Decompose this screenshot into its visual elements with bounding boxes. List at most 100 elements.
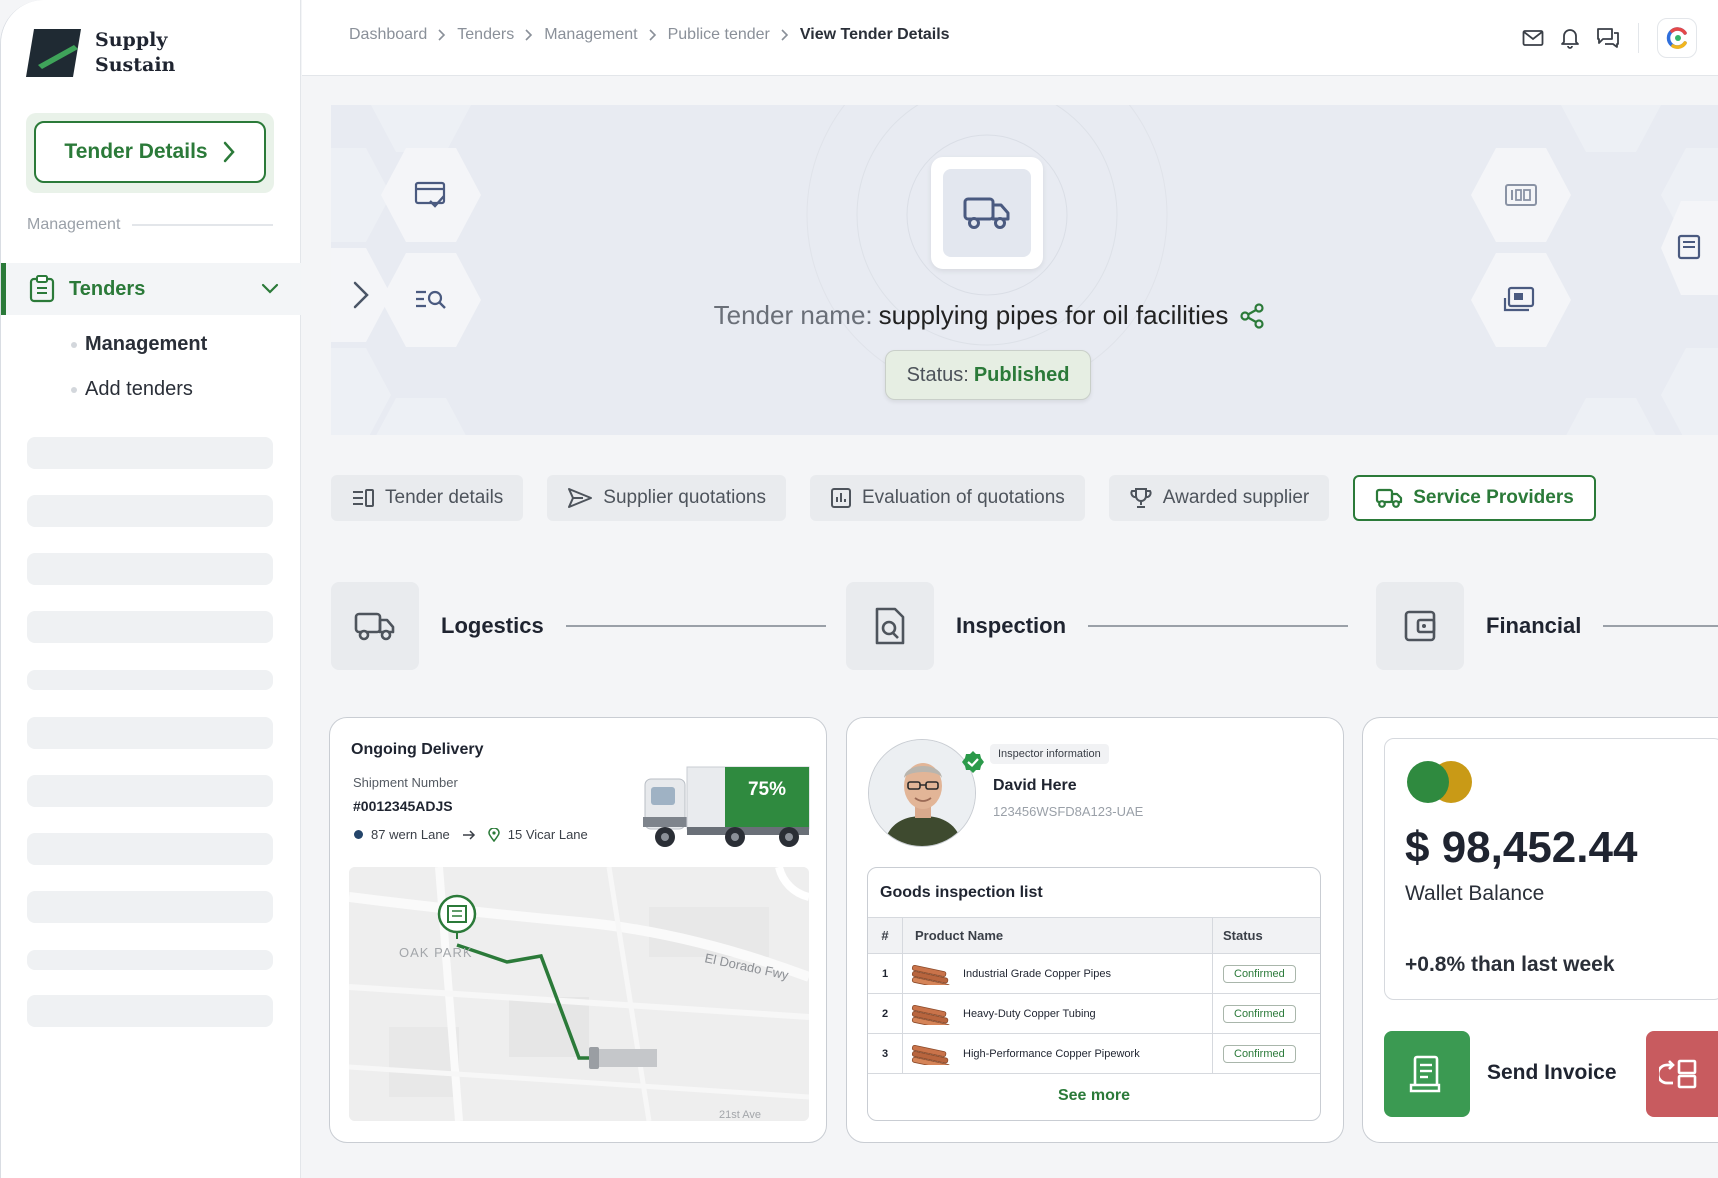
refund-button[interactable]: [1646, 1031, 1718, 1117]
inspector-photo: [869, 740, 975, 846]
sidebar: Supply Sustain Tender Details Management…: [1, 0, 301, 1178]
table-row[interactable]: 3 High-Performance Copper Pipework Confi…: [868, 1034, 1320, 1074]
brand-logo[interactable]: Supply Sustain: [26, 28, 175, 78]
breadcrumb-public-tender[interactable]: Publice tender: [668, 26, 770, 44]
status-badge: Confirmed: [1223, 964, 1296, 983]
tab-awarded-supplier[interactable]: Awarded supplier: [1108, 475, 1330, 521]
delivery-truck-illustration: 75%: [643, 766, 810, 847]
status-value: Published: [973, 363, 1070, 386]
stage-connector: [565, 625, 826, 627]
stage-financial[interactable]: Financial: [1376, 582, 1718, 670]
hex-decoration: [1561, 398, 1661, 435]
breadcrumb: Dashboard Tenders Management Publice ten…: [349, 26, 950, 44]
breadcrumb-current: View Tender Details: [799, 26, 950, 43]
inspector-info-chip: Inspector information: [990, 744, 1109, 764]
table-row[interactable]: 2 Heavy-Duty Copper Tubing Confirmed: [868, 994, 1320, 1034]
hex-decoration: [331, 348, 391, 435]
tender-type-tile: [931, 157, 1043, 269]
status-badge: Status: Published: [885, 350, 1091, 400]
breadcrumb-dashboard[interactable]: Dashboard: [349, 26, 427, 44]
send-icon: [568, 488, 593, 508]
trophy-icon: [1130, 488, 1152, 508]
status-badge: Confirmed: [1223, 1044, 1296, 1063]
brand-swirl-icon: [1666, 27, 1687, 49]
chevron-right-icon: [781, 29, 789, 41]
sidebar-item-label: Tenders: [69, 277, 146, 300]
list-details-icon: [353, 489, 374, 507]
tender-name-value: supplying pipes for oil facilities: [878, 300, 1229, 330]
tender-name: Tender name: supplying pipes for oil fac…: [331, 300, 1649, 331]
refund-icon: [1659, 1059, 1697, 1089]
inspection-card: Inspector information David Here 123456W…: [846, 717, 1344, 1143]
tab-supplier-quotations[interactable]: Supplier quotations: [547, 475, 786, 521]
tab-service-providers[interactable]: Service Providers: [1353, 475, 1596, 521]
tab-tender-details[interactable]: Tender details: [331, 475, 524, 521]
document-search-icon: [875, 607, 905, 645]
financial-card: $ 98,452.44 Wallet Balance +0.8% than la…: [1362, 717, 1718, 1143]
chevron-right-icon: [438, 29, 446, 41]
hex-receipt[interactable]: [1661, 201, 1718, 295]
supply-sustain-logo-icon: [26, 29, 81, 77]
sidebar-item-tenders[interactable]: Tenders: [1, 263, 301, 315]
delivery-map[interactable]: OAK PARK El Dorado Fwy 21st Ave: [349, 867, 809, 1121]
wallet-balance-panel: $ 98,452.44 Wallet Balance +0.8% than la…: [1384, 738, 1718, 1000]
route-to: 15 Vicar Lane: [507, 827, 588, 842]
hex-card-check[interactable]: [381, 148, 481, 242]
card-check-icon: [414, 181, 446, 208]
skeleton-item: [27, 995, 273, 1027]
mail-icon[interactable]: [1522, 29, 1544, 47]
copper-pipes-icon: [911, 964, 951, 985]
breadcrumb-tenders[interactable]: Tenders: [457, 26, 514, 44]
goods-inspection-list: Goods inspection list # Product Name Sta…: [867, 867, 1321, 1121]
hex-barcode[interactable]: [1471, 148, 1571, 242]
inspector-avatar: [868, 739, 976, 847]
sidebar-subitem-management[interactable]: Management: [71, 333, 207, 356]
verified-check-icon: [962, 751, 984, 773]
tender-tabs: Tender details Supplier quotations Evalu…: [331, 475, 1596, 521]
bullet-dot: [71, 386, 77, 393]
tab-evaluation-of-quotations[interactable]: Evaluation of quotations: [809, 475, 1085, 521]
map-label-street: 21st Ave: [719, 1109, 761, 1121]
chevron-right-icon: [525, 29, 533, 41]
chat-icon[interactable]: [1596, 27, 1620, 49]
coins-icon: [1407, 761, 1472, 803]
tile-inner: [943, 169, 1031, 257]
balance-change: +0.8% than last week: [1405, 953, 1615, 976]
copper-pipes-icon: [911, 1004, 951, 1025]
tender-hero: Tender name: supplying pipes for oil fac…: [331, 105, 1718, 435]
sidebar-subitem-add-tenders[interactable]: Add tenders: [71, 378, 193, 401]
invoice-icon: [1409, 1055, 1441, 1093]
wallet-icon: [1404, 610, 1436, 642]
chevron-down-icon[interactable]: [261, 283, 279, 295]
skeleton-item: [27, 775, 273, 807]
stage-inspection[interactable]: Inspection: [846, 582, 1349, 670]
share-icon[interactable]: [1238, 302, 1266, 330]
stage-logistics[interactable]: Logestics: [331, 582, 826, 670]
user-avatar[interactable]: [1657, 18, 1697, 58]
tender-details-button[interactable]: Tender Details: [34, 121, 266, 183]
skeleton-item: [27, 670, 273, 690]
stage-connector: [1603, 625, 1718, 627]
header-actions: [1522, 18, 1697, 58]
shipment-number: #0012345ADJS: [353, 798, 453, 814]
skeleton-item: [27, 833, 273, 865]
table-row[interactable]: 1 Industrial Grade Copper Pipes Confirme…: [868, 954, 1320, 994]
brand-name: Supply Sustain: [95, 29, 176, 76]
send-invoice-label[interactable]: Send Invoice: [1487, 1061, 1617, 1085]
top-bar: Dashboard Tenders Management Publice ten…: [302, 0, 1718, 76]
bell-icon[interactable]: [1560, 27, 1580, 49]
stage-icon-box: [331, 582, 419, 670]
copper-pipes-icon: [911, 1044, 951, 1065]
bar-chart-icon: [830, 488, 851, 508]
send-invoice-button[interactable]: [1384, 1031, 1470, 1117]
stage-icon-box: [846, 582, 934, 670]
truck-icon: [963, 197, 1010, 229]
delivery-route: 87 wern Lane 15 Vicar Lane: [354, 827, 588, 842]
see-more-link[interactable]: See more: [868, 1074, 1320, 1118]
clipboard-icon: [29, 275, 55, 303]
active-indicator: [1, 263, 6, 315]
stage-connector: [1088, 625, 1349, 627]
skeleton-item: [27, 553, 273, 585]
bullet-dot: [71, 341, 77, 348]
breadcrumb-management[interactable]: Management: [544, 26, 637, 44]
